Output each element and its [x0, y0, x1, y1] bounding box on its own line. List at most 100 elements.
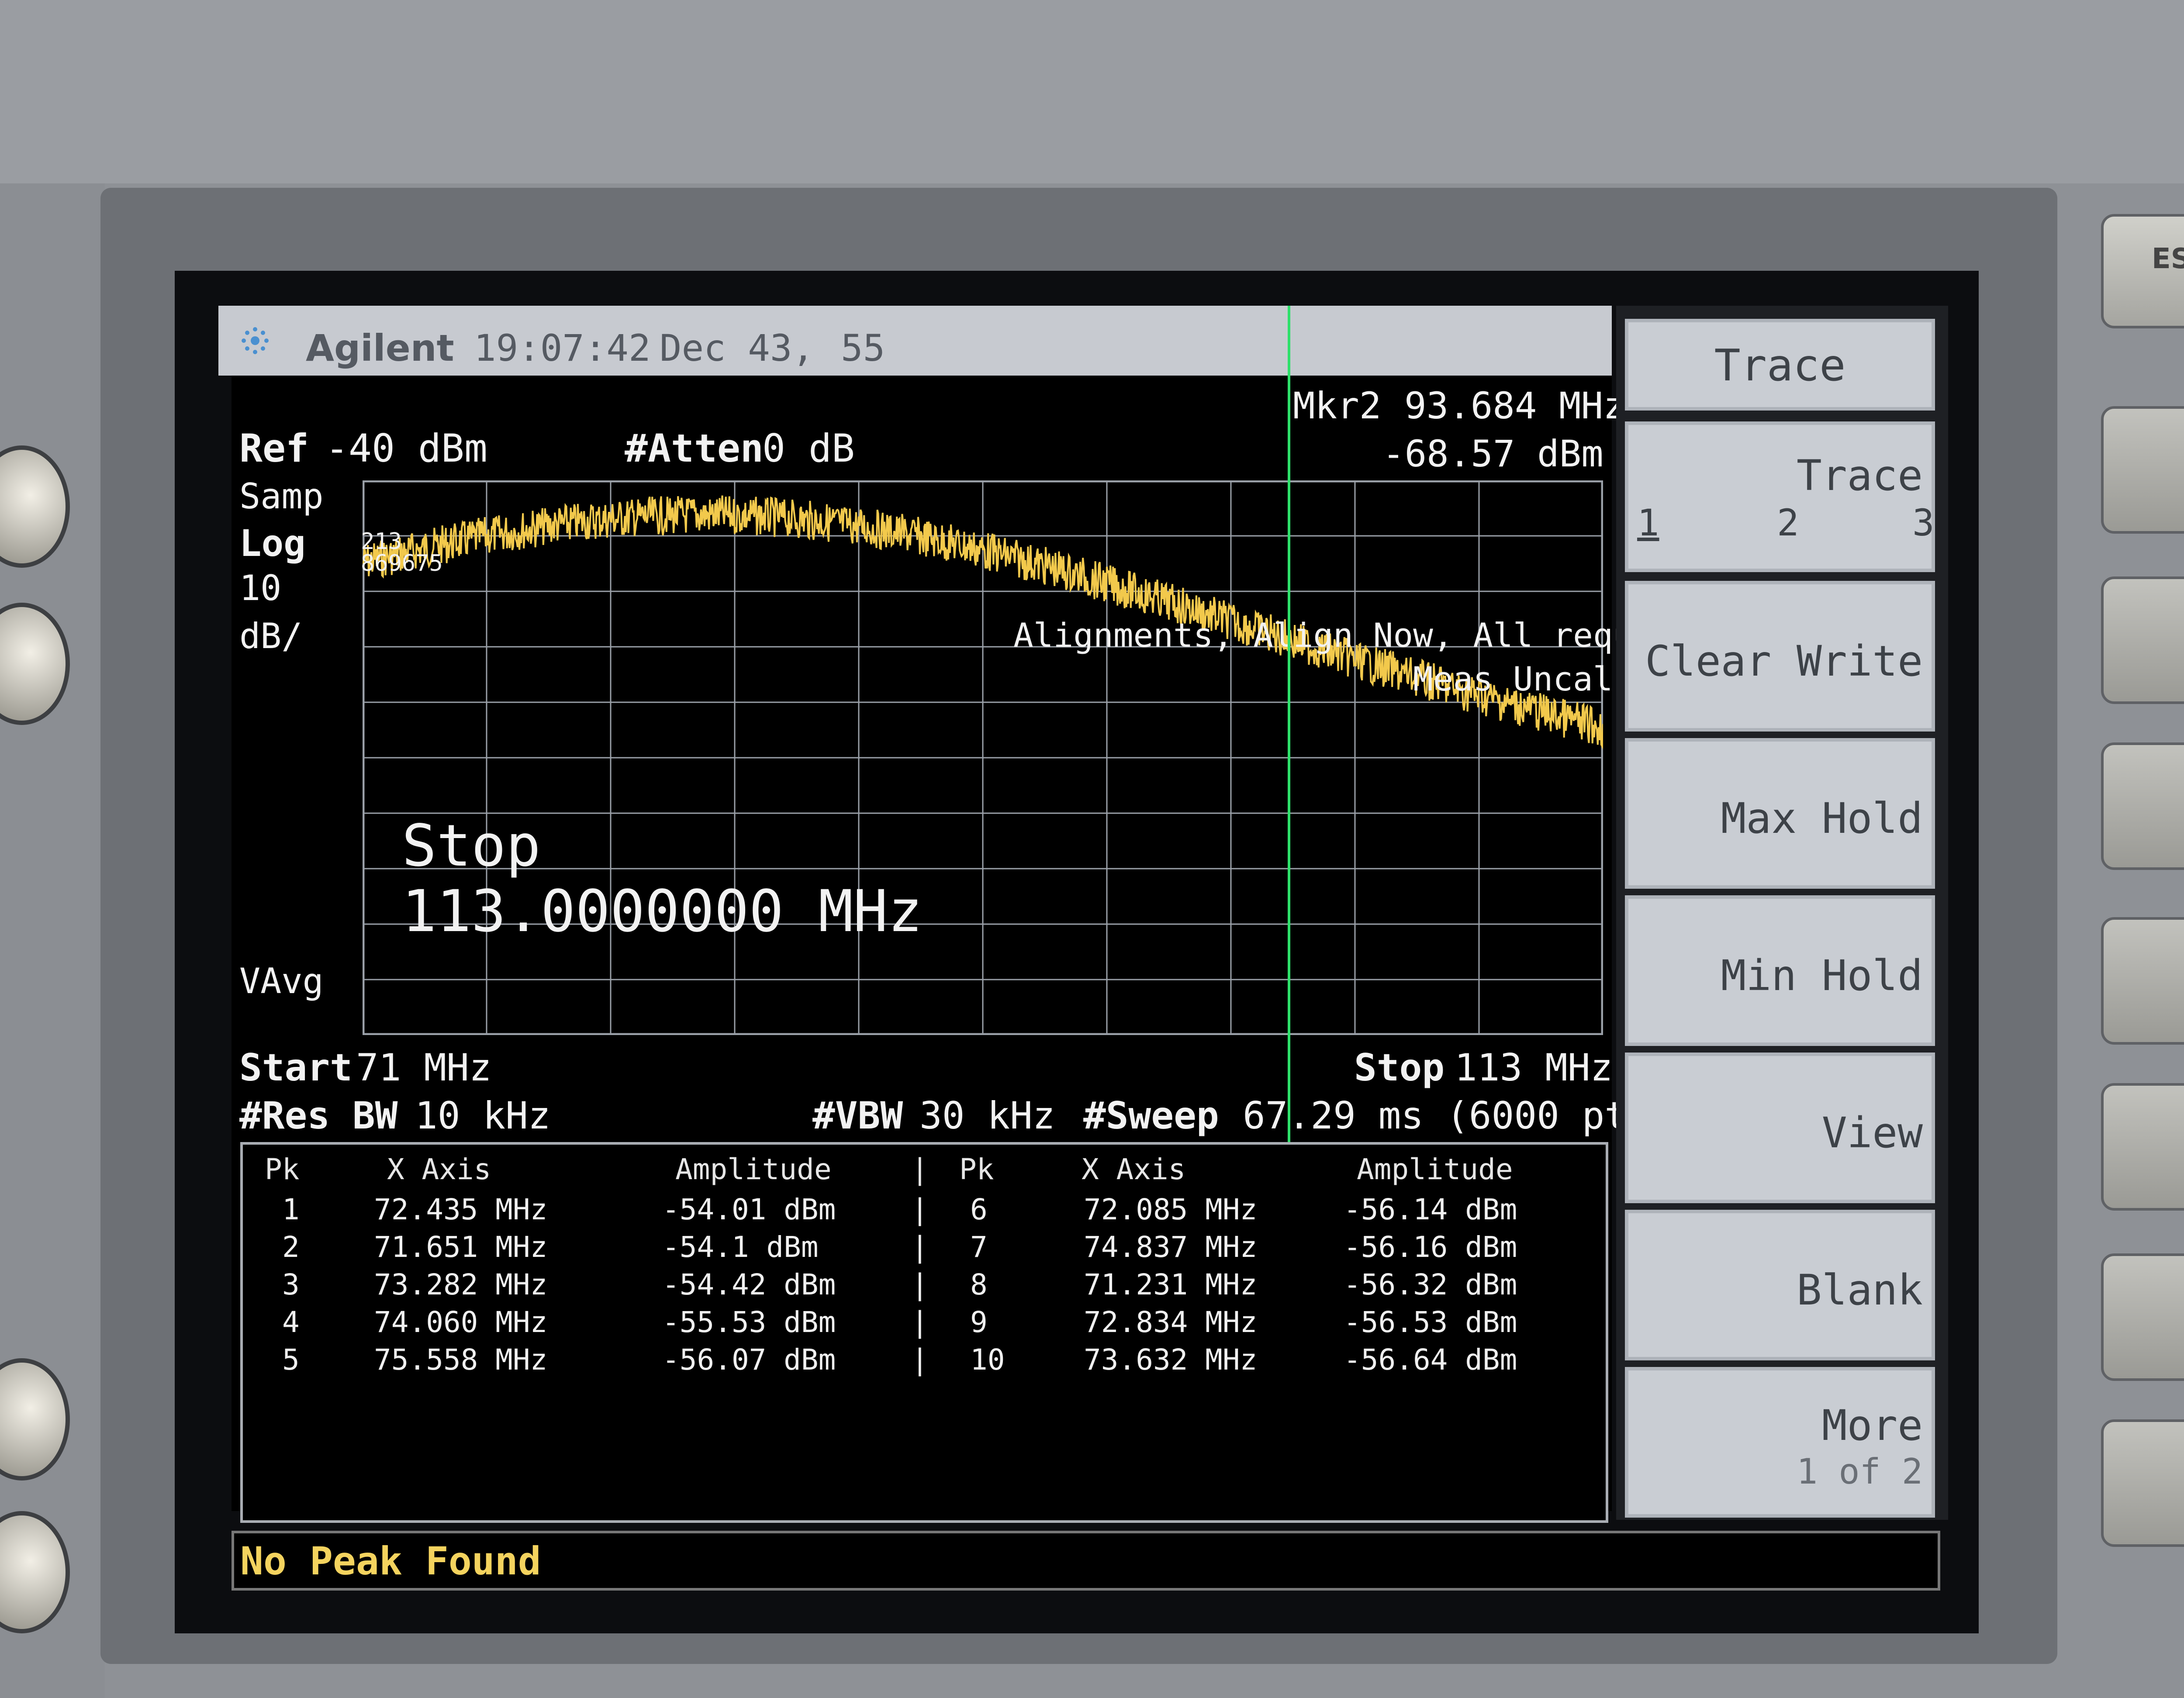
peak-cell-amp: -56.16 dBm: [1344, 1230, 1517, 1264]
peak-cell-amp: -56.64 dBm: [1344, 1343, 1517, 1377]
peak-cell-pk: 9: [970, 1305, 988, 1339]
vbw-value: 30 kHz: [919, 1094, 1055, 1138]
peak-col-x: X Axis: [387, 1153, 491, 1186]
peak-cell-pk: 8: [970, 1268, 988, 1301]
marker-frequency: 93.684 MHz: [1404, 384, 1625, 427]
hardware-softkey-5[interactable]: [2101, 1083, 2184, 1211]
peak-col-sep: |: [911, 1153, 929, 1186]
max-hold-label: Max Hold: [1721, 794, 1923, 843]
peak-cell-pk: 4: [282, 1305, 300, 1339]
trace-option-3[interactable]: 3: [1912, 501, 1935, 544]
peak-col-amp: Amplitude: [675, 1153, 832, 1186]
peak-cell-x: 73.282 MHz: [374, 1268, 548, 1301]
peak-row-separator: |: [911, 1343, 929, 1377]
marker-tags: 213 869675: [361, 528, 443, 576]
trace-option-1[interactable]: 1: [1637, 501, 1659, 544]
hardware-softkey-2[interactable]: [2101, 576, 2184, 704]
peak-cell-amp: -54.1 dBm: [662, 1230, 819, 1264]
ref-level-label: Ref: [239, 426, 309, 471]
peak-row-separator: |: [911, 1305, 929, 1339]
peak-cell-x: 71.231 MHz: [1084, 1268, 1258, 1301]
peak-cell-amp: -56.14 dBm: [1344, 1193, 1517, 1226]
peak-row-separator: |: [911, 1230, 929, 1264]
brand-name: Agilent: [306, 327, 454, 369]
peak-col-x2: X Axis: [1082, 1153, 1186, 1186]
hardware-softkey-3[interactable]: [2101, 742, 2184, 870]
title-bar: Agilent 19:07:42 Dec 43, 55: [218, 306, 1612, 376]
esc-hardware-button[interactable]: ESC: [2101, 214, 2184, 328]
peak-cell-amp: -55.53 dBm: [662, 1305, 836, 1339]
softkey-menu-title: Trace: [1625, 319, 1935, 411]
peak-cell-x: 74.060 MHz: [374, 1305, 548, 1339]
peak-cell-pk: 2: [282, 1230, 300, 1264]
peak-row-separator: |: [911, 1268, 929, 1301]
trace-option-2[interactable]: 2: [1777, 501, 1799, 544]
peak-cell-x: 74.837 MHz: [1084, 1230, 1258, 1264]
peak-table: Pk X Axis Amplitude | Pk X Axis Amplitud…: [240, 1142, 1608, 1523]
sweep-value: 67.29 ms (6000 pts): [1243, 1094, 1673, 1138]
peak-cell-amp: -56.07 dBm: [662, 1343, 836, 1377]
attenuation-label: #Atten: [625, 426, 764, 471]
peak-cell-amp: -54.42 dBm: [662, 1268, 836, 1301]
marker-amplitude: -68.57 dBm: [1382, 432, 1603, 475]
rbw-label: #Res BW: [239, 1094, 398, 1138]
active-function-label: Stop: [402, 812, 541, 880]
hardware-softkey-1[interactable]: [2101, 406, 2184, 534]
softkey-blank[interactable]: Blank: [1625, 1210, 1935, 1360]
scale-unit: dB/: [239, 616, 303, 656]
status-bar: No Peak Found: [232, 1531, 1940, 1591]
softkey-trace[interactable]: Trace 1 2 3: [1625, 421, 1935, 572]
peak-cell-x: 72.085 MHz: [1084, 1193, 1258, 1226]
softkey-view[interactable]: View: [1625, 1053, 1935, 1203]
peak-cell-x: 71.651 MHz: [374, 1230, 548, 1264]
peak-cell-pk: 5: [282, 1343, 300, 1377]
peak-row-separator: |: [911, 1193, 929, 1226]
blank-label: Blank: [1797, 1266, 1923, 1315]
marker-label: Mkr2: [1293, 384, 1382, 427]
scale-value: 10: [239, 568, 282, 608]
peak-cell-pk: 3: [282, 1268, 300, 1301]
peak-cell-pk: 1: [282, 1193, 300, 1226]
view-label: View: [1821, 1108, 1923, 1157]
spectrum-graticule: [363, 480, 1603, 1035]
ref-level-value: -40 dBm: [325, 426, 487, 471]
peak-cell-x: 72.435 MHz: [374, 1193, 548, 1226]
alignment-message: Alignments, Align Now, All required: [1013, 616, 1713, 655]
scale-type: Log: [239, 522, 306, 565]
peak-cell-x: 75.558 MHz: [374, 1343, 548, 1377]
peak-cell-x: 73.632 MHz: [1084, 1343, 1258, 1377]
softkey-clear-write[interactable]: Clear Write: [1625, 581, 1935, 732]
status-message: No Peak Found: [240, 1539, 541, 1584]
peak-cell-pk: 7: [970, 1230, 988, 1264]
detector-mode: Samp: [239, 476, 324, 517]
peak-col-pk2: Pk: [959, 1153, 994, 1186]
stop-freq-value: 113 MHz: [1455, 1046, 1613, 1090]
peak-cell-amp: -54.01 dBm: [662, 1193, 836, 1226]
softkey-more[interactable]: More 1 of 2: [1625, 1367, 1935, 1518]
hardware-softkey-7[interactable]: [2101, 1419, 2184, 1547]
meas-uncal-message: Meas Uncal: [1413, 659, 1613, 698]
start-freq-value: 71 MHz: [356, 1046, 492, 1090]
peak-cell-amp: -56.32 dBm: [1344, 1268, 1517, 1301]
stop-freq-label: Stop: [1354, 1046, 1445, 1090]
agilent-logo-icon: [242, 327, 269, 354]
softkey-max-hold[interactable]: Max Hold: [1625, 738, 1935, 889]
menu-title: Trace: [1714, 340, 1846, 391]
more-page: 1 of 2: [1797, 1451, 1923, 1492]
more-label: More: [1821, 1401, 1923, 1450]
clear-write-label: Clear Write: [1645, 637, 1923, 686]
hardware-softkey-4[interactable]: [2101, 917, 2184, 1045]
average-indicator: VAvg: [239, 961, 324, 1001]
softkey-min-hold[interactable]: Min Hold: [1625, 895, 1935, 1046]
peak-col-pk: Pk: [265, 1153, 300, 1186]
attenuation-value: 0 dB: [762, 426, 855, 471]
min-hold-label: Min Hold: [1721, 951, 1923, 1000]
sweep-label: #Sweep: [1083, 1094, 1219, 1138]
instrument-chassis-top: [0, 0, 2184, 183]
vbw-label: #VBW: [812, 1094, 903, 1138]
hardware-softkey-6[interactable]: [2101, 1253, 2184, 1381]
clock-year: 55: [841, 327, 885, 369]
peak-cell-x: 72.834 MHz: [1084, 1305, 1258, 1339]
start-freq-label: Start: [239, 1046, 352, 1090]
peak-col-amp2: Amplitude: [1357, 1153, 1513, 1186]
